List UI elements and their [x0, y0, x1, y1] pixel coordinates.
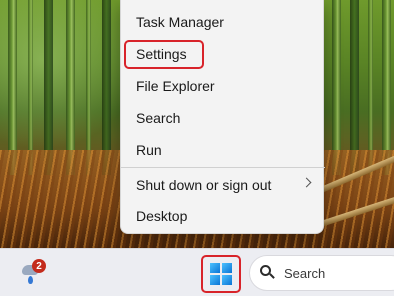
menu-item-search[interactable]: Search [121, 103, 325, 133]
menu-item-label: Desktop [136, 208, 188, 224]
menu-item-label: Search [136, 110, 181, 126]
settings-highlight-box [124, 40, 204, 69]
bamboo-stalk [382, 0, 391, 175]
weather-widget[interactable]: 2 [18, 259, 48, 289]
bamboo-stalk [86, 0, 91, 175]
bamboo-stalk [350, 0, 359, 175]
bamboo-stalk [8, 0, 17, 175]
menu-item-task-manager[interactable]: Task Manager [121, 7, 325, 37]
menu-item-desktop[interactable]: Desktop [121, 201, 325, 231]
start-context-menu: Task Manager Settings File Explorer Sear… [120, 0, 325, 234]
menu-item-label: Run [136, 142, 162, 158]
menu-item-file-explorer[interactable]: File Explorer [121, 71, 325, 101]
menu-item-shut-down-or-sign-out[interactable]: Shut down or sign out [121, 170, 325, 200]
start-button[interactable] [201, 255, 241, 293]
chevron-right-icon [301, 177, 312, 188]
menu-item-label: Task Manager [136, 14, 224, 30]
menu-separator [121, 167, 325, 168]
menu-item-label: Shut down or sign out [136, 177, 272, 193]
taskbar: 2 Search [0, 248, 394, 296]
rain-drop-icon [28, 276, 33, 284]
search-icon [260, 265, 275, 280]
notification-badge: 2 [32, 259, 46, 273]
bamboo-stalk [28, 0, 33, 175]
bamboo-stalk [66, 0, 75, 175]
bamboo-stalk [102, 0, 111, 175]
bamboo-stalk [332, 0, 341, 175]
bamboo-stalk [44, 0, 53, 175]
menu-item-run[interactable]: Run [121, 135, 325, 165]
windows-logo-icon [210, 263, 232, 285]
bamboo-stalk [368, 0, 373, 175]
search-label: Search [284, 266, 326, 281]
desktop-screen: Task Manager Settings File Explorer Sear… [0, 0, 394, 296]
taskbar-search-box[interactable]: Search [249, 255, 394, 291]
menu-item-label: File Explorer [136, 78, 215, 94]
